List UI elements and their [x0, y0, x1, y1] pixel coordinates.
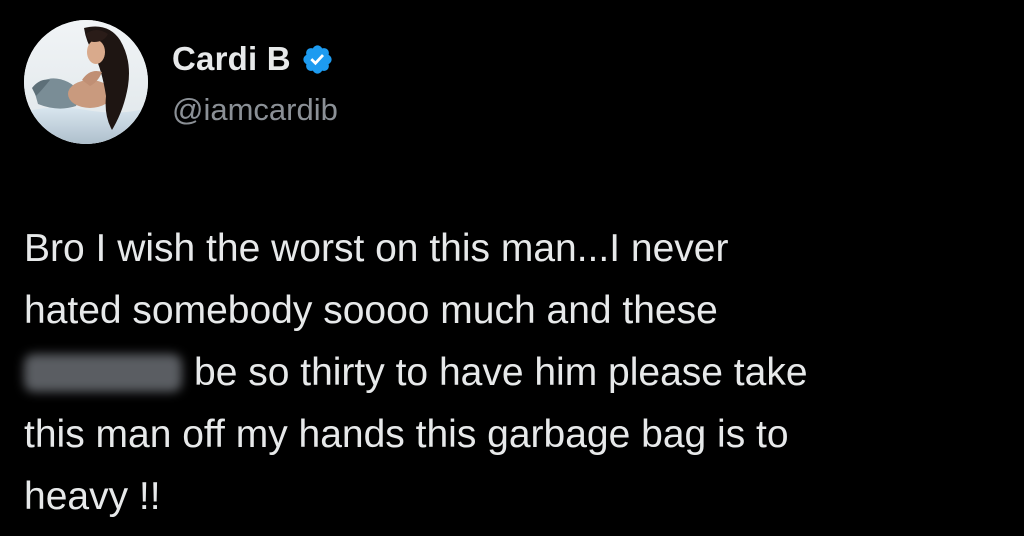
author-display-name[interactable]: Cardi B	[172, 40, 291, 78]
tweet-line-4: this man off my hands this garbage bag i…	[24, 413, 789, 456]
author-name-row: Cardi B	[172, 38, 334, 80]
author-handle[interactable]: @iamcardib	[172, 92, 338, 128]
verified-badge-icon	[301, 43, 334, 76]
tweet-line-3: be so thirty to have him please take	[24, 342, 999, 404]
tweet-line-5: heavy !!	[24, 475, 161, 518]
tweet-line-1: Bro I wish the worst on this man...I nev…	[24, 227, 729, 270]
tweet-body: Bro I wish the worst on this man...I nev…	[24, 218, 999, 528]
tweet-line-2: hated somebody soooo much and these	[24, 289, 718, 332]
author-avatar[interactable]	[24, 20, 148, 144]
tweet-line-3-text: be so thirty to have him please take	[194, 351, 808, 394]
avatar-image	[24, 20, 148, 144]
tweet-card: Cardi B @iamcardib Bro I wish the worst …	[0, 0, 1024, 536]
redacted-word-blur	[24, 354, 182, 392]
